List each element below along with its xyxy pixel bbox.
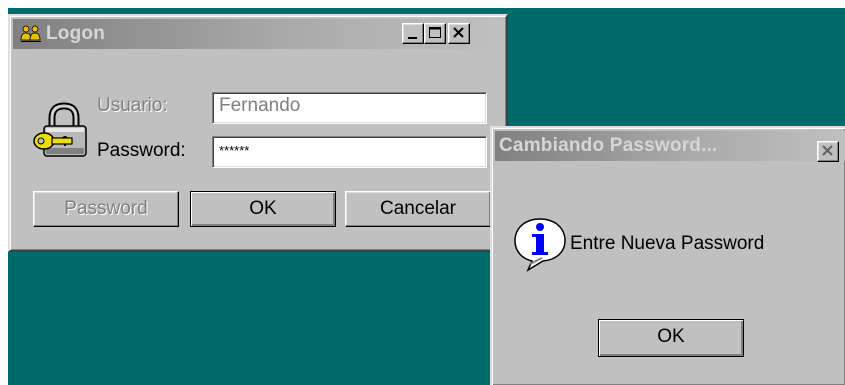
maximize-icon	[429, 27, 441, 38]
logon-window: Logon Usuario: Fernando Password: ******…	[8, 14, 508, 252]
dialog-title: Cambiando Password...	[499, 135, 718, 156]
message-dialog: Cambiando Password... Entre Nueva Passwo…	[490, 126, 845, 385]
users-icon	[20, 25, 41, 42]
dialog-ok-button[interactable]: OK	[598, 319, 744, 357]
user-field: Fernando	[212, 92, 487, 124]
minimize-button[interactable]	[402, 23, 424, 44]
minimize-icon	[408, 37, 417, 39]
maximize-button[interactable]	[424, 23, 446, 44]
logon-titlebar[interactable]: Logon	[13, 19, 503, 49]
ok-button-label: OK	[249, 198, 277, 219]
cancel-button-label: Cancelar	[379, 198, 457, 219]
close-icon	[453, 27, 464, 38]
dialog-close-button[interactable]	[817, 141, 839, 162]
dialog-message: Entre Nueva Password	[570, 233, 765, 254]
password-label: Password:	[97, 140, 186, 161]
ok-button[interactable]: OK	[190, 191, 336, 227]
cancel-button[interactable]: Cancelar	[345, 191, 491, 227]
user-label: Usuario:	[97, 95, 168, 116]
user-value: Fernando	[219, 95, 301, 116]
password-button-label: Password	[64, 198, 148, 219]
password-button[interactable]: Password	[33, 191, 179, 227]
dialog-titlebar[interactable]: Cambiando Password...	[495, 131, 845, 162]
padlock-key-icon	[33, 102, 87, 157]
dialog-ok-button-label: OK	[657, 326, 685, 347]
info-icon	[514, 218, 566, 272]
close-icon	[822, 145, 833, 156]
password-field[interactable]: ******	[212, 136, 487, 168]
password-value: ******	[219, 143, 250, 158]
close-button[interactable]	[448, 23, 470, 44]
logon-title: Logon	[46, 23, 106, 44]
